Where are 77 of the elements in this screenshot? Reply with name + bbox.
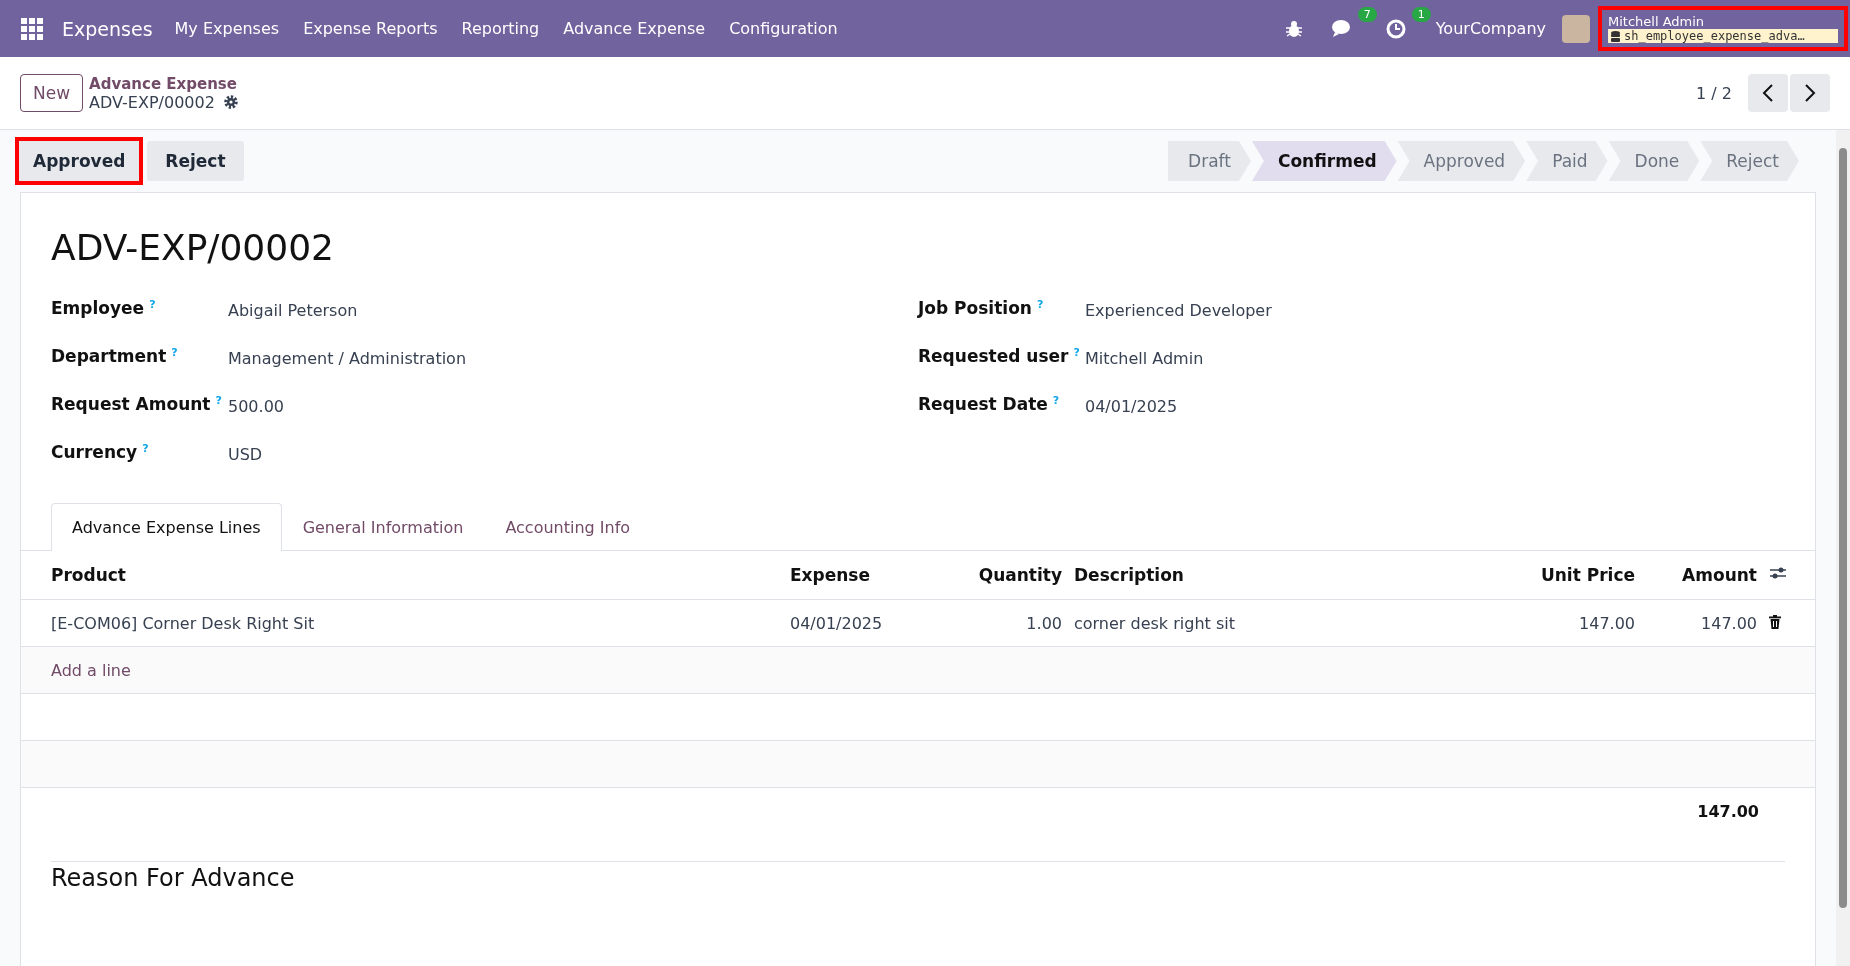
- database-icon: [1611, 30, 1620, 42]
- gear-icon[interactable]: [222, 94, 239, 110]
- field-value: Management / Administration: [228, 348, 467, 368]
- table-cell: 147.00: [1509, 599, 1641, 647]
- help-tooltip-icon[interactable]: ?: [142, 442, 149, 462]
- help-tooltip-icon[interactable]: ?: [149, 298, 156, 318]
- column-header[interactable]: Unit Price: [1509, 550, 1641, 600]
- field-value: 04/01/2025: [1085, 396, 1178, 416]
- status-step[interactable]: Draft: [1168, 141, 1251, 181]
- tab[interactable]: Accounting Info: [484, 503, 652, 551]
- trash-icon[interactable]: [1769, 614, 1781, 629]
- notification-badge: 1: [1411, 6, 1431, 22]
- status-step[interactable]: Paid: [1526, 141, 1608, 181]
- column-header[interactable]: Description: [1068, 550, 1509, 600]
- field-value: Experienced Developer: [1085, 300, 1272, 320]
- status-step[interactable]: Approved: [1397, 141, 1526, 181]
- column-settings-icon[interactable]: [1769, 565, 1787, 581]
- help-tooltip-icon[interactable]: ?: [1052, 394, 1060, 414]
- table-cell: [E-COM06] Corner Desk Right Sit: [21, 599, 784, 647]
- next-button[interactable]: [1790, 74, 1830, 112]
- status-step[interactable]: Done: [1608, 141, 1700, 181]
- chevron-left-icon: [1762, 84, 1774, 102]
- menu-item[interactable]: My Expenses: [162, 19, 292, 38]
- pager-counter: 1 / 2: [1696, 83, 1732, 103]
- action-button[interactable]: Reject: [147, 141, 244, 181]
- notification-badge: 7: [1357, 6, 1377, 22]
- tab[interactable]: Advance Expense Lines: [51, 503, 282, 551]
- apps-grid-icon[interactable]: [20, 16, 44, 41]
- scrollbar[interactable]: [1839, 148, 1847, 908]
- company-name[interactable]: YourCompany: [1435, 19, 1546, 38]
- table-cell: 147.00: [1641, 599, 1763, 647]
- help-tooltip-icon[interactable]: ?: [171, 346, 178, 366]
- user-name: Mitchell Admin: [1608, 14, 1706, 29]
- bug-icon[interactable]: [1285, 19, 1302, 38]
- field-label: Request Date: [918, 394, 1048, 414]
- field-label: Currency: [51, 442, 138, 462]
- help-tooltip-icon[interactable]: ?: [1036, 298, 1044, 318]
- new-button[interactable]: New: [20, 74, 84, 112]
- field-label: Request Amount: [51, 394, 211, 414]
- menu-item[interactable]: Expense Reports: [291, 19, 450, 38]
- help-tooltip-icon[interactable]: ?: [215, 394, 222, 414]
- field-label: Job Position: [918, 298, 1032, 318]
- field-value: 500.00: [228, 396, 284, 416]
- status-step[interactable]: Reject: [1700, 141, 1799, 181]
- table-cell: 04/01/2025: [784, 599, 946, 647]
- avatar[interactable]: [1562, 14, 1590, 43]
- action-button[interactable]: Approved: [15, 137, 144, 185]
- add-line-link[interactable]: Add a line: [51, 660, 131, 680]
- column-header[interactable]: Expense: [784, 550, 946, 600]
- field-label: Requested user: [918, 346, 1069, 366]
- menu-item[interactable]: Configuration: [717, 19, 850, 38]
- total-amount: 147.00: [1696, 801, 1760, 821]
- tab[interactable]: General Information: [281, 503, 485, 551]
- menu-item[interactable]: Reporting: [449, 19, 552, 38]
- section-title: Reason For Advance: [51, 864, 296, 892]
- column-header[interactable]: Product: [21, 550, 784, 600]
- field-value: Abigail Peterson: [228, 300, 358, 320]
- field-label: Department: [51, 346, 167, 366]
- column-header[interactable]: Amount: [1641, 550, 1763, 600]
- field-label: Employee: [51, 298, 145, 318]
- record-name: ADV-EXP/00002: [89, 92, 215, 112]
- column-header[interactable]: Quantity: [946, 550, 1068, 600]
- chevron-right-icon: [1804, 84, 1816, 102]
- help-tooltip-icon[interactable]: ?: [1073, 346, 1080, 366]
- table-cell: corner desk right sit: [1068, 599, 1509, 647]
- app-name[interactable]: Expenses: [62, 17, 153, 40]
- clock-icon[interactable]: [1385, 18, 1406, 39]
- previous-button[interactable]: [1748, 74, 1788, 112]
- status-step[interactable]: Confirmed: [1251, 141, 1397, 181]
- database-name: sh_employee_expense_adva…: [1624, 29, 1805, 43]
- field-value: Mitchell Admin: [1085, 348, 1204, 368]
- breadcrumb-link[interactable]: Advance Expense: [89, 74, 239, 93]
- menu-item[interactable]: Advance Expense: [551, 19, 718, 38]
- record-title: ADV-EXP/00002: [51, 227, 335, 268]
- user-menu[interactable]: Mitchell Admin sh_employee_expense_adva…: [1598, 6, 1848, 51]
- table-cell: 1.00: [946, 599, 1068, 647]
- field-value: USD: [228, 444, 263, 464]
